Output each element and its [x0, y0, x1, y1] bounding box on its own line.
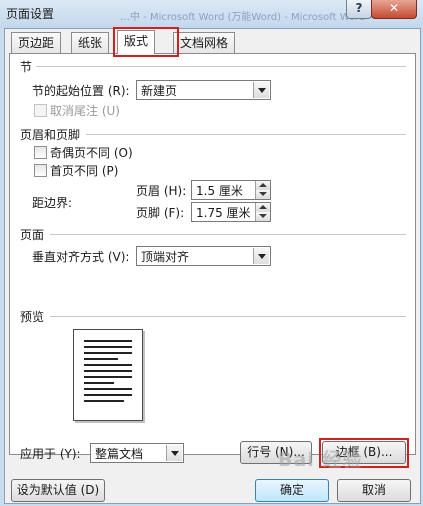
- tab-layout[interactable]: 版式: [117, 30, 156, 54]
- tab-label: 版式: [124, 34, 149, 48]
- suppress-endnotes-checkbox[interactable]: [34, 104, 47, 117]
- tab-label: 纸张: [78, 36, 103, 50]
- section-divider: [36, 66, 406, 67]
- section-start-value: 新建页: [141, 84, 178, 98]
- vertical-align-value: 顶端对齐: [141, 250, 190, 264]
- header-distance-label: 页眉 (H):: [136, 184, 187, 198]
- footer-distance-value: 1.75 厘米: [196, 206, 251, 220]
- watermark-logo: Bai 经验: [278, 449, 363, 471]
- tab-margins[interactable]: 页边距: [11, 32, 62, 53]
- chevron-down-icon[interactable]: [166, 445, 182, 461]
- tab-label: 页边距: [18, 36, 55, 50]
- tab-label: 文档网格: [180, 36, 229, 50]
- spinner-buttons: [255, 181, 270, 199]
- spin-down-icon[interactable]: [256, 212, 270, 221]
- window-title: 页面设置: [6, 7, 55, 21]
- spin-down-icon[interactable]: [256, 190, 270, 199]
- chevron-down-icon[interactable]: [253, 248, 269, 264]
- set-default-button[interactable]: 设为默认值 (D): [11, 479, 105, 502]
- section-heading: 节: [20, 60, 33, 74]
- header-distance-value: 1.5 厘米: [196, 184, 243, 198]
- cancel-button[interactable]: 取消: [337, 479, 411, 502]
- layout-panel: 节 节的起始位置 (R): 新建页 取消尾注 (U) 页眉和页脚 奇偶页不同 (…: [9, 53, 416, 468]
- ok-button[interactable]: 确定: [255, 479, 329, 502]
- odd-even-label: 奇偶页不同 (O): [50, 146, 133, 160]
- page-divider: [50, 234, 406, 235]
- vertical-align-select[interactable]: 顶端对齐: [136, 246, 271, 266]
- footer-distance-spinner[interactable]: 1.75 厘米: [191, 202, 271, 222]
- section-start-select[interactable]: 新建页: [136, 80, 271, 100]
- preview-divider: [50, 316, 406, 317]
- apply-to-value: 整篇文档: [95, 447, 144, 461]
- headers-footers-divider: [86, 134, 406, 135]
- title-bar: 页面设置 …中 - Microsoft Word (万能Word) - Micr…: [0, 0, 423, 28]
- tab-document-grid[interactable]: 文档网格: [173, 32, 236, 53]
- tab-paper[interactable]: 纸张: [71, 32, 110, 53]
- apply-to-select[interactable]: 整篇文档: [90, 443, 184, 463]
- header-distance-spinner[interactable]: 1.5 厘米: [191, 180, 271, 200]
- background-window-title: …中 - Microsoft Word (万能Word) - Microsoft…: [120, 12, 366, 23]
- preview-heading: 预览: [20, 310, 45, 324]
- help-button[interactable]: ?: [346, 0, 372, 19]
- from-edge-label: 距边界:: [32, 196, 73, 210]
- page-setup-dialog: 页边距 纸张 版式 文档网格 节 节的起始位置 (R): 新建页 取消尾注 (U…: [4, 27, 421, 504]
- footer-distance-label: 页脚 (F):: [136, 206, 185, 220]
- first-page-label: 首页不同 (P): [50, 164, 119, 178]
- chevron-down-icon[interactable]: [253, 82, 269, 98]
- vertical-align-label: 垂直对齐方式 (V):: [32, 250, 130, 264]
- odd-even-checkbox[interactable]: [34, 146, 47, 159]
- section-start-label: 节的起始位置 (R):: [32, 84, 130, 98]
- headers-footers-heading: 页眉和页脚: [20, 128, 81, 142]
- spinner-buttons: [255, 203, 270, 221]
- suppress-endnotes-label: 取消尾注 (U): [50, 104, 120, 118]
- page-heading: 页面: [20, 228, 45, 242]
- first-page-checkbox[interactable]: [34, 164, 47, 177]
- close-button[interactable]: ✕: [371, 0, 417, 19]
- apply-to-label: 应用于 (Y):: [20, 447, 81, 461]
- preview-page-thumbnail: [73, 329, 143, 421]
